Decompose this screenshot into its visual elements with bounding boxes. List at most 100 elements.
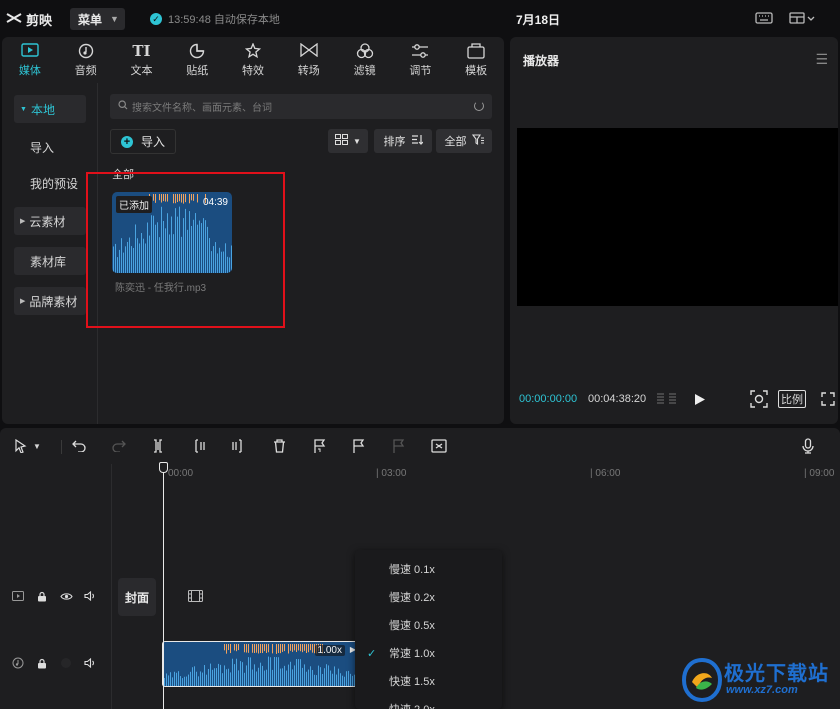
flag-icon[interactable] [347, 436, 369, 456]
keyboard-shortcut-icon[interactable] [753, 8, 775, 28]
waveform-bar [340, 673, 341, 686]
freeze-frame-icon[interactable] [387, 436, 409, 456]
play-button[interactable] [690, 389, 710, 409]
waveform-bar [208, 668, 209, 686]
tab-template[interactable]: 模板 [448, 37, 504, 83]
waveform-bar [166, 673, 167, 686]
media-item-audio[interactable]: 已添加 04:39 [112, 192, 232, 273]
speed-option[interactable]: 慢速 0.5x [355, 611, 502, 639]
tab-effects[interactable]: 特效 [225, 37, 281, 83]
tab-text[interactable]: TI 文本 [114, 37, 170, 83]
waveform-peak [310, 644, 311, 651]
tab-audio[interactable]: 音频 [58, 37, 114, 83]
waveform-bar [117, 257, 118, 273]
delete-icon[interactable] [268, 436, 290, 456]
tab-adjust[interactable]: 调节 [392, 37, 448, 83]
timeline-ruler[interactable]: 00:00 | 03:00 | 06:00 | 09:00 [112, 464, 840, 484]
waveform-bar [201, 223, 202, 273]
waveform-bar [199, 220, 200, 273]
waveform-bar [175, 208, 176, 273]
waveform-bar [177, 216, 178, 273]
waveform-peak [193, 194, 194, 201]
waveform-bar [304, 664, 305, 686]
trim-right-icon[interactable] [227, 436, 249, 456]
layout-icon[interactable] [787, 8, 817, 28]
tab-label: 转场 [297, 64, 320, 77]
sidebar-item-presets[interactable]: 我的预设 [14, 169, 86, 197]
sidebar-item-label: 品牌素材 [29, 294, 78, 309]
sort-button[interactable]: 排序 [374, 129, 432, 153]
waveform-bar [209, 238, 210, 273]
waveform-bar [121, 238, 122, 273]
waveform-peak [254, 644, 255, 653]
sidebar-item-local[interactable]: ▼ 本地 [14, 95, 86, 123]
hamburger-menu-icon[interactable]: ☰ [815, 51, 828, 68]
waveform-toggle-icon[interactable] [655, 389, 679, 409]
filter-button[interactable]: 全部 [436, 129, 492, 153]
view-mode-button[interactable]: ▼ [328, 129, 368, 153]
tab-media[interactable]: 媒体 [2, 37, 58, 83]
undo-icon[interactable] [68, 436, 90, 456]
waveform-bar [220, 664, 221, 686]
lock-icon[interactable] [34, 655, 50, 671]
app-logo: 剪映 [6, 10, 52, 29]
waveform-bar [326, 664, 327, 686]
waveform-bar [211, 251, 212, 273]
waveform-bar [274, 657, 275, 686]
waveform-bar [278, 657, 279, 686]
trim-left-icon[interactable] [188, 436, 210, 456]
speaker-icon[interactable] [82, 588, 98, 604]
speed-option-label: 快速 2.0x [389, 701, 435, 709]
waveform-peak [248, 644, 249, 653]
chevron-down-icon: ▼ [110, 14, 119, 24]
search-input[interactable]: 搜索文件名称、画面元素、台词 [110, 94, 492, 119]
waveform-peak [288, 644, 289, 654]
crop-focus-icon[interactable] [748, 389, 770, 409]
select-cursor-icon[interactable] [10, 436, 32, 456]
sidebar-item-cloud[interactable]: ▶ 云素材 [14, 207, 86, 235]
speed-option[interactable]: 慢速 0.2x [355, 583, 502, 611]
lock-icon[interactable] [34, 588, 50, 604]
speed-option[interactable]: 快速 1.5x [355, 667, 502, 695]
fullscreen-icon[interactable] [818, 389, 838, 409]
marker-flag-icon[interactable] [308, 436, 330, 456]
eye-icon[interactable] [58, 588, 74, 604]
chevron-down-icon[interactable]: ▼ [30, 436, 44, 456]
adjust-icon [411, 43, 429, 59]
waveform-bar [320, 667, 321, 686]
tab-transition[interactable]: 转场 [281, 37, 337, 83]
sidebar-item-import[interactable]: 导入 [14, 133, 86, 161]
watermark-logo-icon [681, 657, 723, 705]
redo-icon[interactable] [108, 436, 130, 456]
microphone-icon[interactable] [797, 436, 819, 456]
sidebar-item-brand[interactable]: ▶ 品牌素材 [14, 287, 86, 315]
speed-option[interactable]: 慢速 0.1x [355, 555, 502, 583]
duration-label: 04:39 [202, 197, 228, 208]
cover-button[interactable]: 封面 [118, 578, 156, 616]
menu-button[interactable]: 菜单 ▼ [70, 8, 125, 30]
speed-option-selected[interactable]: ✓ 常速 1.0x [355, 639, 502, 667]
waveform-bar [244, 672, 245, 686]
speed-option-label: 快速 1.5x [389, 676, 435, 688]
speaker-icon[interactable] [82, 655, 98, 671]
auto-reframe-icon[interactable] [428, 436, 450, 456]
speed-option[interactable]: 快速 2.0x [355, 695, 502, 709]
loading-icon [474, 101, 484, 111]
waveform-peak [165, 194, 166, 202]
aspect-ratio-button[interactable]: 比例 [778, 389, 806, 409]
player-title: 播放器 [523, 54, 560, 68]
audio-clip[interactable]: 1.00x ▶ [162, 641, 362, 687]
sidebar-item-library[interactable]: 素材库 [14, 247, 86, 275]
import-button[interactable]: + 导入 [110, 129, 176, 154]
tab-filter[interactable]: 滤镜 [337, 37, 393, 83]
split-icon[interactable] [147, 436, 169, 456]
waveform-bar [330, 670, 331, 686]
waveform-bar [332, 673, 333, 686]
waveform-peak [304, 644, 305, 651]
tab-sticker[interactable]: 贴纸 [169, 37, 225, 83]
waveform-bar [242, 662, 243, 686]
waveform-peak [294, 644, 295, 651]
playhead-handle[interactable] [159, 462, 168, 473]
waveform-bar [264, 670, 265, 686]
ruler-tick-label: 03:00 [381, 468, 407, 479]
